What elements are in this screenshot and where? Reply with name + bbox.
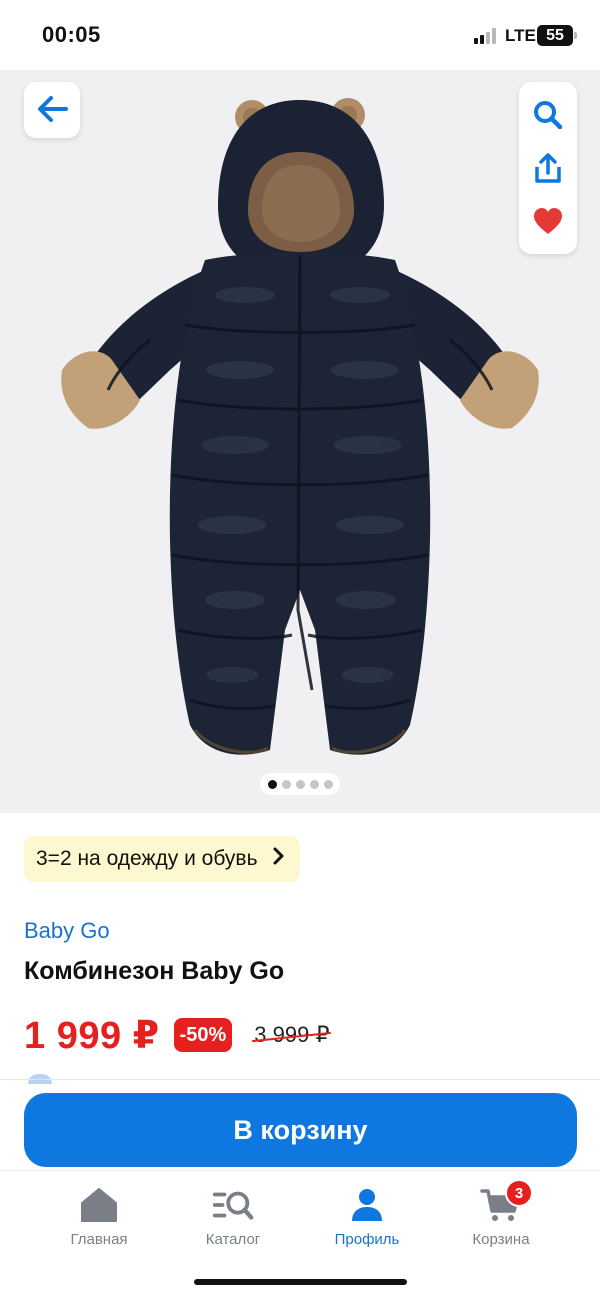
- network-type: LTE: [505, 26, 536, 45]
- profile-icon: [345, 1185, 389, 1225]
- cart-icon: 3: [479, 1179, 533, 1225]
- brand-link[interactable]: Baby Go: [24, 918, 110, 944]
- action-toolbar: [519, 82, 577, 254]
- product-gallery[interactable]: [0, 70, 600, 813]
- search-icon[interactable]: [528, 95, 568, 135]
- catalog-search-icon: [211, 1185, 255, 1225]
- back-button[interactable]: [24, 82, 80, 138]
- signal-icon: [474, 28, 500, 44]
- pagination-dot: [323, 779, 333, 789]
- tab-profile[interactable]: Профиль: [307, 1185, 427, 1248]
- tab-label: Корзина: [472, 1231, 530, 1248]
- chevron-right-icon: [272, 847, 284, 871]
- status-time: 00:05: [42, 22, 101, 47]
- current-price: 1 999 ₽: [24, 1014, 160, 1057]
- arrow-left-icon: [36, 95, 68, 126]
- pagination-dot: [295, 779, 305, 789]
- battery-icon: 55: [537, 25, 577, 46]
- discount-badge: -50%: [173, 1018, 233, 1052]
- tab-home[interactable]: Главная: [39, 1185, 159, 1248]
- old-price: 3 999 ₽: [254, 1022, 330, 1047]
- tab-cart[interactable]: 3 Корзина: [441, 1179, 561, 1248]
- promo-chip[interactable]: 3=2 на одежду и обувь: [24, 836, 300, 882]
- product-image: [61, 98, 539, 755]
- home-indicator: [194, 1279, 407, 1285]
- tab-label: Главная: [70, 1231, 128, 1248]
- tab-bar: Главная Каталог Профиль 3 Корзина: [0, 1170, 600, 1297]
- tab-catalog[interactable]: Каталог: [173, 1185, 293, 1248]
- promo-label: 3=2 на одежду и обувь: [36, 847, 258, 870]
- pagination-dot: [267, 779, 277, 789]
- status-bar: 00:05 LTE 55: [0, 0, 600, 70]
- home-icon: [77, 1185, 121, 1225]
- cart-badge: 3: [505, 1179, 533, 1207]
- add-to-cart-button[interactable]: В корзину: [24, 1093, 577, 1167]
- tab-label: Профиль: [334, 1231, 400, 1248]
- pagination-dot: [281, 779, 291, 789]
- tab-label: Каталог: [205, 1231, 261, 1248]
- share-icon[interactable]: [528, 148, 568, 188]
- gallery-pagination: [260, 773, 340, 795]
- pagination-dot: [309, 779, 319, 789]
- divider: [0, 1079, 600, 1080]
- price-row: 1 999 ₽ -50% 3 999 ₽: [24, 1014, 330, 1057]
- heart-icon[interactable]: [528, 201, 568, 241]
- product-title: Комбинезон Baby Go: [24, 957, 285, 985]
